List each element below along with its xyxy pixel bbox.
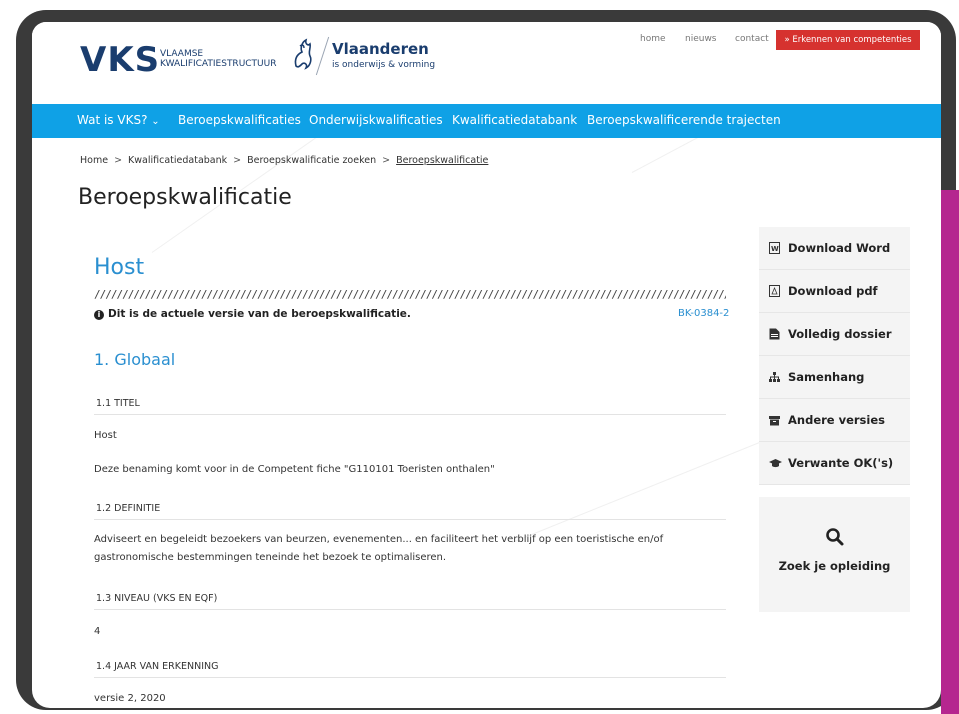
section-heading-globaal: 1. Globaal (94, 350, 176, 369)
word-file-icon: W (769, 242, 780, 254)
section-divider (94, 414, 726, 415)
qualification-code[interactable]: BK-0384-2 (678, 308, 729, 319)
logo-sub-line2: KWALIFICATIESTRUCTUUR (160, 59, 277, 69)
top-link-nieuws[interactable]: nieuws (685, 34, 717, 44)
sidebar-item-label: Verwante OK('s) (788, 456, 894, 470)
site-header: VKS VLAAMSE KWALIFICATIESTRUCTUUR Vlaand… (32, 22, 941, 104)
nav-item-beroepskwalificaties[interactable]: Beroepskwalificaties (178, 113, 301, 127)
breadcrumb-zoeken[interactable]: Beroepskwalificatie zoeken (247, 155, 376, 166)
sidebar-item-label: Download pdf (788, 284, 878, 298)
qualification-title: Host (94, 255, 145, 280)
vlaanderen-subtitle: is onderwijs & vorming (332, 60, 436, 70)
andere-versies-button[interactable]: Andere versies (759, 399, 910, 442)
volledig-dossier-button[interactable]: Volledig dossier (759, 313, 910, 356)
decorative-slashes: ////////////////////////////////////////… (94, 289, 726, 301)
zoek-opleiding-button[interactable]: Zoek je opleiding (759, 497, 910, 612)
search-icon (826, 528, 844, 546)
sidebar-item-label: Samenhang (788, 370, 865, 384)
current-version-note: i Dit is de actuele versie van de beroeps… (94, 308, 411, 320)
vks-logo-subtitle: VLAAMSE KWALIFICATIESTRUCTUUR (160, 49, 277, 69)
sidebar-item-label: Andere versies (788, 413, 885, 427)
section-label-jaar: 1.4 JAAR VAN ERKENNING (96, 661, 219, 672)
browser-viewport: VKS VLAAMSE KWALIFICATIESTRUCTUUR Vlaand… (32, 22, 941, 708)
vlaanderen-title[interactable]: Vlaanderen (332, 40, 429, 58)
logo-divider (315, 36, 330, 76)
breadcrumb-separator: > (382, 155, 391, 166)
main-nav: Wat is VKS? ⌄ Beroepskwalificaties Onder… (32, 104, 941, 138)
zoek-opleiding-label: Zoek je opleiding (778, 559, 891, 573)
jaar-value: versie 2, 2020 (94, 693, 166, 704)
section-divider (94, 519, 726, 520)
erkennen-competenties-button[interactable]: » Erkennen van competenties (776, 30, 920, 50)
nav-item-beroepskwalificerende-trajecten[interactable]: Beroepskwalificerende trajecten (587, 113, 781, 127)
graduation-cap-icon (769, 459, 782, 468)
nav-item-wat-is-vks[interactable]: Wat is VKS? ⌄ (77, 113, 160, 127)
pdf-file-icon (769, 285, 780, 297)
nav-item-label: Wat is VKS? (77, 113, 148, 127)
chevron-down-icon: ⌄ (151, 116, 160, 127)
titel-competent-note: Deze benaming komt voor in de Competent … (94, 464, 495, 475)
breadcrumb-kwalificatiedatabank[interactable]: Kwalificatiedatabank (128, 155, 227, 166)
download-word-button[interactable]: W Download Word (759, 227, 910, 270)
flemish-lion-icon (294, 38, 312, 70)
breadcrumb-separator: > (114, 155, 123, 166)
sitemap-icon (769, 372, 780, 382)
document-icon (769, 328, 780, 340)
titel-value: Host (94, 430, 117, 441)
sidebar-item-label: Volledig dossier (788, 327, 892, 341)
top-link-contact[interactable]: contact (735, 34, 769, 44)
download-pdf-button[interactable]: Download pdf (759, 270, 910, 313)
breadcrumb-current[interactable]: Beroepskwalificatie (396, 155, 488, 166)
page-title: Beroepskwalificatie (78, 185, 292, 210)
nav-item-onderwijskwalificaties[interactable]: Onderwijskwalificaties (309, 113, 443, 127)
top-link-home[interactable]: home (640, 34, 666, 44)
vks-logo[interactable]: VKS (80, 40, 160, 80)
breadcrumb-separator: > (233, 155, 242, 166)
section-label-titel: 1.1 TITEL (96, 398, 140, 409)
niveau-value: 4 (94, 626, 101, 637)
sidebar-item-label: Download Word (788, 241, 891, 255)
nav-item-kwalificatiedatabank[interactable]: Kwalificatiedatabank (452, 113, 577, 127)
section-divider (94, 609, 726, 610)
archive-icon (769, 416, 780, 426)
samenhang-button[interactable]: Samenhang (759, 356, 910, 399)
section-label-definitie: 1.2 DEFINITIE (96, 503, 161, 514)
svg-text:W: W (771, 245, 779, 253)
current-version-text: Dit is de actuele versie van de beroepsk… (108, 308, 411, 320)
info-icon: i (94, 310, 104, 320)
section-label-niveau: 1.3 NIVEAU (VKS EN EQF) (96, 593, 218, 604)
verwante-ok-button[interactable]: Verwante OK('s) (759, 442, 910, 485)
background-edge (941, 190, 959, 714)
section-divider (94, 677, 726, 678)
definitie-text: Adviseert en begeleidt bezoekers van beu… (94, 534, 664, 563)
breadcrumb: Home > Kwalificatiedatabank > Beroepskwalifi… (80, 155, 488, 166)
logo-sub-line1: VLAAMSE (160, 49, 204, 59)
breadcrumb-home[interactable]: Home (80, 155, 108, 166)
